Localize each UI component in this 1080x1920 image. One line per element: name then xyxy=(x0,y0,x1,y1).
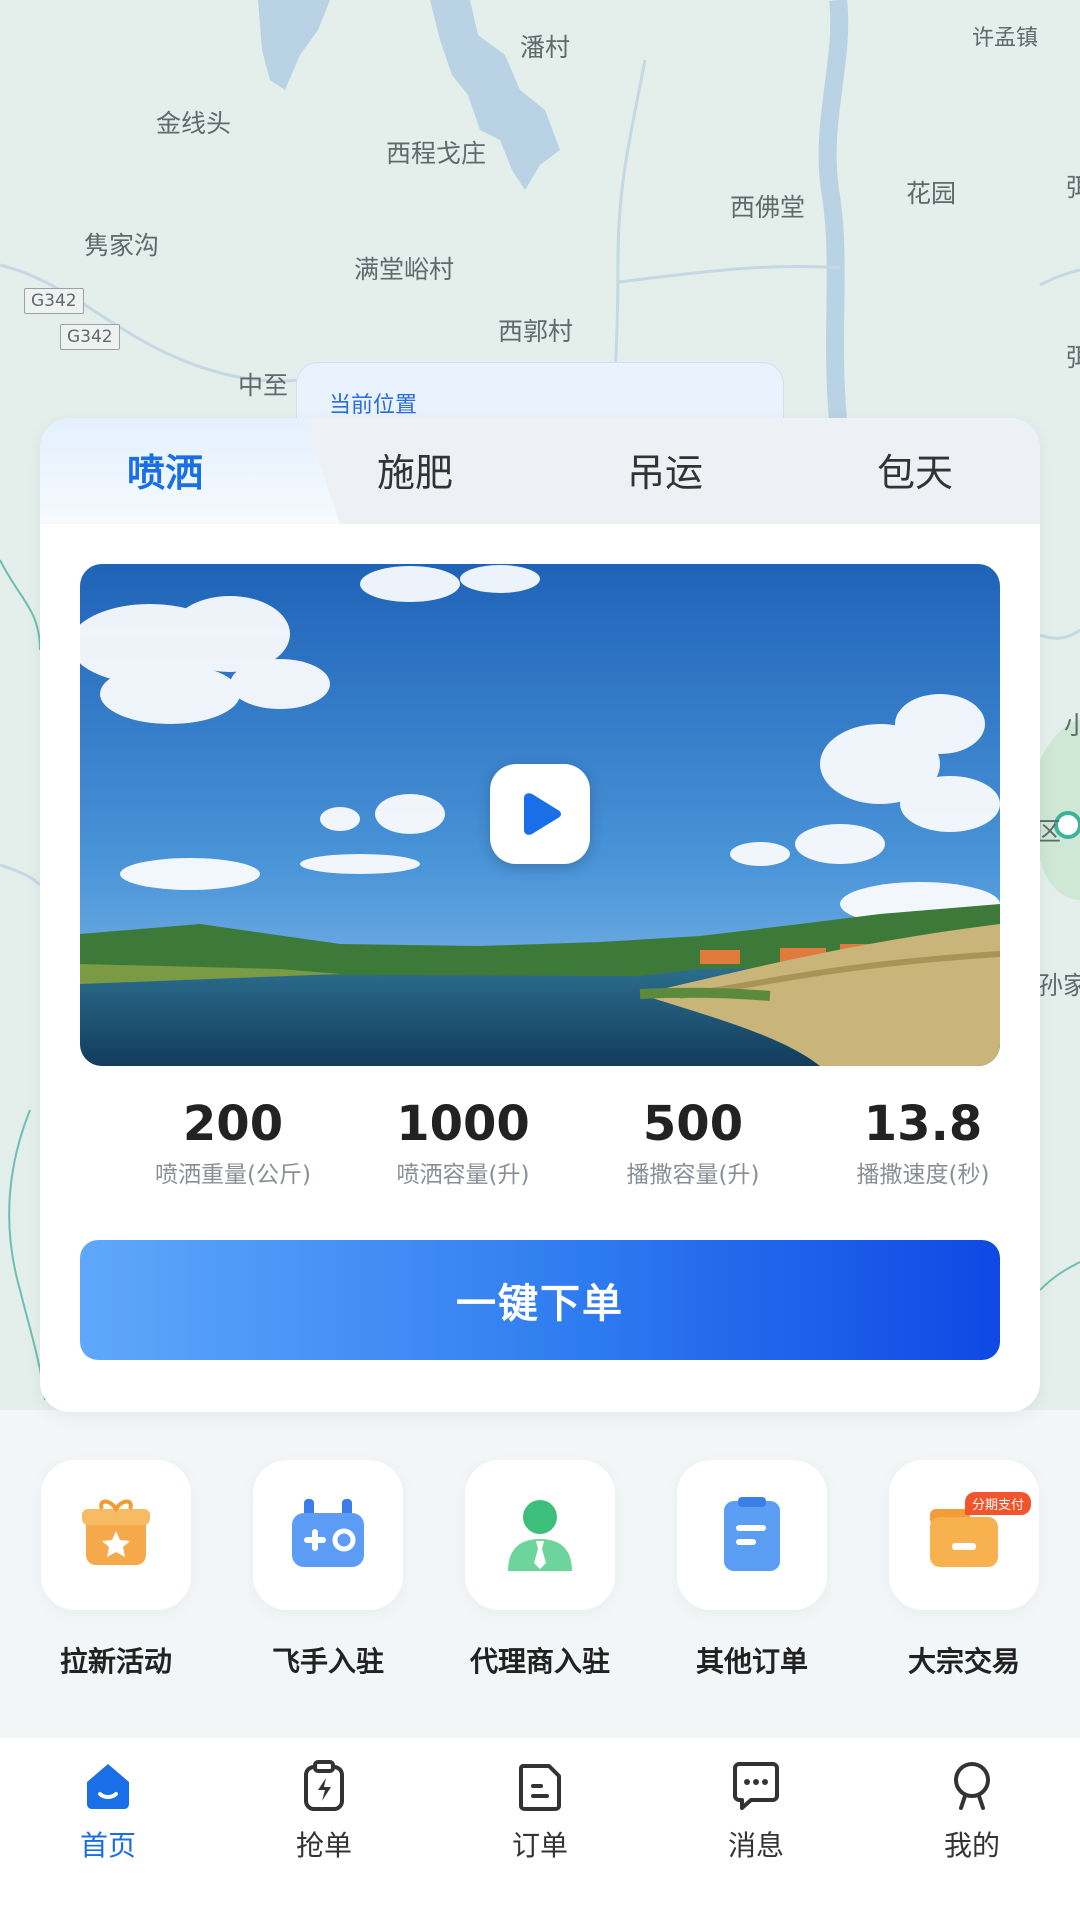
map-label: 潘村 xyxy=(520,33,571,62)
map-label: 弭 xyxy=(1066,173,1080,202)
agent-person-icon xyxy=(508,1500,572,1571)
map-label: 西佛堂 xyxy=(730,193,806,222)
map-label: 许孟镇 xyxy=(972,26,1039,51)
map-label: 中至 xyxy=(238,371,289,400)
nav-label: 抢单 xyxy=(295,1829,352,1862)
gamepad-controller-icon xyxy=(292,1499,364,1567)
quick-action-tile[interactable] xyxy=(41,1460,191,1610)
nav-home[interactable]: 首页 xyxy=(0,1758,216,1864)
nav-orders[interactable]: 订单 xyxy=(432,1758,648,1864)
gift-box-icon xyxy=(82,1499,150,1565)
stat-value: 500 xyxy=(642,1096,744,1152)
nav-grab-order[interactable]: 抢单 xyxy=(216,1758,432,1864)
nav-messages[interactable]: 消息 xyxy=(648,1758,864,1864)
quick-action-label: 其他订单 xyxy=(695,1645,808,1678)
tab-full-day[interactable]: 包天 xyxy=(790,442,1040,497)
stat-value: 13.8 xyxy=(863,1096,983,1152)
quick-action-referral[interactable]: 拉新活动 xyxy=(40,1460,192,1680)
installment-badge: 分期支付 xyxy=(964,1492,1031,1515)
stat-value: 200 xyxy=(182,1096,284,1152)
road-tag: G342 xyxy=(60,324,120,350)
stat-sow-capacity: 500 播撒容量(升) xyxy=(578,1094,808,1192)
map-label: 小 xyxy=(1064,711,1080,740)
quick-action-tile[interactable] xyxy=(465,1460,615,1610)
map-label: 孙家 xyxy=(1038,971,1080,1000)
quick-action-label: 大宗交易 xyxy=(907,1645,1020,1678)
message-icon xyxy=(733,1762,779,1810)
road-tag: G342 xyxy=(24,288,84,314)
stat-label: 播撒容量(升) xyxy=(626,1162,760,1188)
map-label: 隽家沟 xyxy=(84,231,160,260)
stat-value: 1000 xyxy=(396,1096,530,1152)
stat-label: 播撒速度(秒) xyxy=(856,1162,990,1188)
nav-profile[interactable]: 我的 xyxy=(864,1758,1080,1864)
one-click-order-button[interactable]: 一键下单 xyxy=(80,1240,1000,1360)
nav-label: 我的 xyxy=(943,1829,1000,1862)
map-label: 金线头 xyxy=(156,109,232,138)
quick-action-label: 代理商入驻 xyxy=(469,1645,610,1678)
quick-action-tile[interactable] xyxy=(677,1460,827,1610)
map-label: 弭 xyxy=(1066,343,1080,372)
play-button[interactable] xyxy=(490,764,590,864)
stat-label: 喷洒容量(升) xyxy=(396,1162,530,1188)
quick-action-tile[interactable]: 分期支付 xyxy=(889,1460,1039,1610)
order-doc-icon xyxy=(519,1764,561,1811)
service-tabs: 喷洒 施肥 吊运 包天 xyxy=(40,418,1040,524)
profile-icon xyxy=(954,1762,990,1810)
stat-sow-speed: 13.8 播撒速度(秒) xyxy=(808,1094,1038,1192)
quick-action-label: 飞手入驻 xyxy=(271,1645,384,1678)
nav-label: 消息 xyxy=(727,1829,784,1862)
quick-action-other-orders[interactable]: 其他订单 xyxy=(676,1460,828,1680)
quick-action-pilot-join[interactable]: 飞手入驻 xyxy=(252,1460,404,1680)
quick-action-tile[interactable] xyxy=(253,1460,403,1610)
document-icon xyxy=(724,1497,780,1571)
current-location-tab[interactable]: 当前位置 xyxy=(296,362,784,422)
nav-label: 首页 xyxy=(79,1829,136,1862)
nav-label: 订单 xyxy=(511,1829,568,1862)
quick-action-bulk-trade[interactable]: 分期支付 大宗交易 xyxy=(888,1460,1040,1680)
quick-action-label: 拉新活动 xyxy=(59,1645,172,1678)
home-icon xyxy=(87,1764,129,1809)
play-icon xyxy=(524,793,561,835)
map-label: 西程戈庄 xyxy=(386,139,487,168)
tab-fertilize[interactable]: 施肥 xyxy=(290,442,540,497)
video-player[interactable] xyxy=(80,564,1000,1066)
current-location-label: 当前位置 xyxy=(329,393,418,418)
tab-lift-transport[interactable]: 吊运 xyxy=(540,442,790,497)
quick-action-agent-join[interactable]: 代理商入驻 xyxy=(464,1460,616,1680)
map-label: 花园 xyxy=(906,179,957,208)
stat-label: 喷洒重量(公斤) xyxy=(155,1162,311,1188)
service-card: 喷洒 施肥 吊运 包天 200 喷洒重量(公斤) 1000 喷洒容量(升) 50… xyxy=(40,418,1040,1412)
map-label: 满堂峪村 xyxy=(354,255,455,284)
stat-spray-weight: 200 喷洒重量(公斤) xyxy=(118,1094,348,1192)
map-label: 西郭村 xyxy=(498,317,574,346)
bottom-navigation: 首页 抢单 订单 消息 我的 xyxy=(0,1738,1080,1920)
grab-order-icon xyxy=(304,1760,344,1811)
stat-spray-capacity: 1000 喷洒容量(升) xyxy=(348,1094,578,1192)
tab-spray[interactable]: 喷洒 xyxy=(40,442,290,497)
